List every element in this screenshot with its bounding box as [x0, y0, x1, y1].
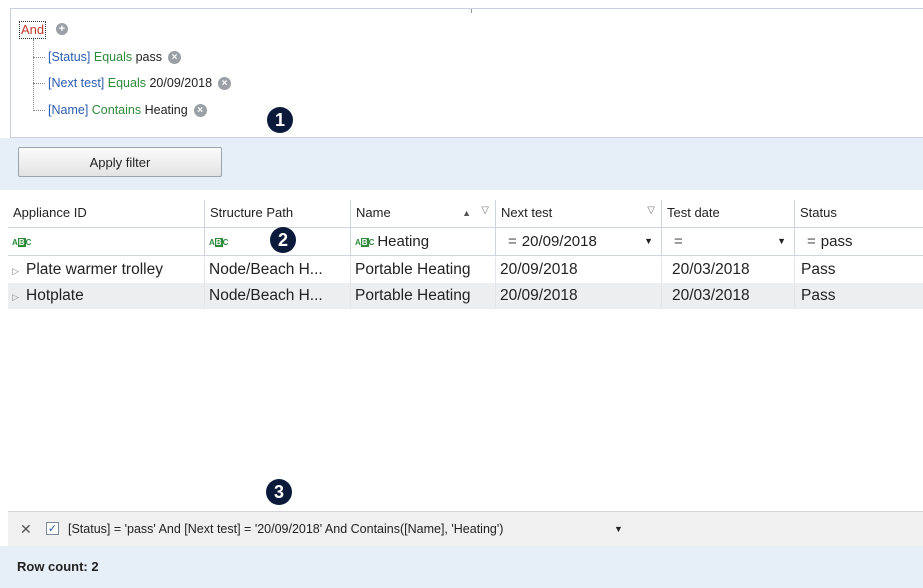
- grid-header-row: Appliance ID Structure Path Name ▲ ▽ Nex…: [8, 200, 923, 228]
- filter-funnel-icon[interactable]: ▽: [647, 200, 655, 224]
- apply-filter-button[interactable]: Apply filter: [18, 147, 222, 177]
- equals-operator-icon[interactable]: =: [508, 233, 517, 250]
- condition-operator[interactable]: Contains: [92, 103, 141, 117]
- condition-value[interactable]: Heating: [145, 103, 188, 117]
- condition-operator[interactable]: Equals: [94, 50, 132, 64]
- cell-appliance-id[interactable]: ▷ Plate warmer trolley: [8, 257, 205, 283]
- expand-row-icon[interactable]: ▷: [12, 258, 26, 283]
- chevron-down-icon[interactable]: ▼: [614, 512, 623, 546]
- cell-next-test[interactable]: 20/09/2018: [496, 283, 662, 309]
- cell-name[interactable]: Portable Heating: [351, 257, 496, 283]
- cell-next-test[interactable]: 20/09/2018: [496, 257, 662, 283]
- text-filter-icon: ABC: [355, 237, 375, 247]
- cell-structure-path[interactable]: Node/Beach H...: [205, 257, 351, 283]
- table-row[interactable]: ▷ Hotplate Node/Beach H... Portable Heati…: [8, 283, 923, 309]
- cell-structure-path[interactable]: Node/Beach H...: [205, 283, 351, 309]
- sort-ascending-icon[interactable]: ▲: [462, 200, 471, 226]
- column-header-structure-path[interactable]: Structure Path: [205, 200, 351, 227]
- grid-filter-row: ABC ABC ABC Heating = 20/09/2018 ▼ = ▼ = pass…: [8, 227, 923, 256]
- column-header-test-date[interactable]: Test date: [662, 200, 795, 227]
- equals-operator-icon[interactable]: =: [807, 233, 816, 250]
- cell-test-date[interactable]: 20/03/2018: [662, 283, 795, 309]
- text-filter-icon: ABC: [209, 237, 229, 247]
- remove-condition-icon[interactable]: ×: [168, 51, 181, 65]
- cell-test-date[interactable]: 20/03/2018: [662, 257, 795, 283]
- filter-cell-name[interactable]: ABC Heating: [351, 228, 496, 255]
- filter-cell-test-date[interactable]: = ▼: [662, 228, 795, 255]
- filter-cell-next-test[interactable]: = 20/09/2018 ▼: [496, 228, 662, 255]
- group-operator-and[interactable]: And: [19, 21, 47, 39]
- callout-badge-3: 3: [266, 479, 292, 505]
- table-row[interactable]: ▷ Plate warmer trolley Node/Beach H... Po…: [8, 257, 923, 283]
- callout-badge-1: 1: [267, 107, 293, 133]
- condition-field[interactable]: [Status]: [48, 50, 90, 64]
- chevron-down-icon[interactable]: ▼: [777, 228, 786, 255]
- column-header-label: Name: [356, 205, 391, 220]
- condition-field[interactable]: [Next test]: [48, 76, 104, 90]
- condition-value[interactable]: pass: [136, 50, 162, 64]
- filter-enabled-checkbox[interactable]: ✓: [46, 522, 59, 535]
- filter-cell-value: 20/09/2018: [521, 233, 597, 250]
- cell-name[interactable]: Portable Heating: [351, 283, 496, 309]
- filter-cell-value: Heating: [377, 233, 430, 250]
- cell-value: Plate warmer trolley: [26, 261, 163, 278]
- callout-badge-2: 2: [270, 227, 296, 253]
- remove-condition-icon[interactable]: ×: [218, 77, 232, 91]
- filter-condition-next-test[interactable]: [Next test] Equals 20/09/2018 ×: [33, 75, 232, 91]
- cell-value: Hotplate: [26, 287, 84, 304]
- filter-expression-bar: ✕ ✓ [Status] = 'pass' And [Next test] = …: [8, 511, 923, 546]
- cell-status[interactable]: Pass: [795, 257, 923, 283]
- filter-cell-status[interactable]: = pass: [795, 228, 923, 255]
- row-count-status: Row count: 2: [0, 546, 923, 588]
- remove-condition-icon[interactable]: ×: [193, 104, 207, 118]
- chevron-down-icon[interactable]: ▼: [644, 228, 653, 255]
- cell-status[interactable]: Pass: [795, 283, 923, 309]
- column-header-status[interactable]: Status: [795, 200, 923, 227]
- condition-value[interactable]: 20/09/2018: [149, 76, 212, 90]
- filter-cell-value: pass: [820, 233, 853, 250]
- column-header-label: Next test: [501, 205, 553, 220]
- filter-funnel-icon[interactable]: ▽: [481, 200, 489, 224]
- filter-condition-name[interactable]: [Name] Contains Heating ×: [33, 102, 207, 118]
- filter-cell-appliance-id[interactable]: ABC: [8, 228, 205, 255]
- equals-operator-icon[interactable]: =: [674, 233, 683, 250]
- text-filter-icon: ABC: [12, 237, 32, 247]
- column-header-name[interactable]: Name ▲ ▽: [351, 200, 496, 227]
- column-header-next-test[interactable]: Next test ▽: [496, 200, 662, 227]
- clear-filter-icon[interactable]: ✕: [20, 512, 32, 546]
- expand-row-icon[interactable]: ▷: [12, 284, 26, 309]
- divider: [471, 9, 472, 13]
- apply-filter-bar: Apply filter: [0, 138, 923, 190]
- filter-condition-status[interactable]: [Status] Equals pass ×: [33, 49, 181, 65]
- filter-builder-panel: And + [Status] Equals pass × [Next test] …: [10, 8, 923, 138]
- add-condition-icon[interactable]: +: [56, 23, 68, 35]
- filter-expression-text[interactable]: [Status] = 'pass' And [Next test] = '20/…: [68, 512, 503, 546]
- column-header-appliance-id[interactable]: Appliance ID: [8, 200, 205, 227]
- condition-field[interactable]: [Name]: [48, 103, 88, 117]
- cell-appliance-id[interactable]: ▷ Hotplate: [8, 283, 205, 309]
- condition-operator[interactable]: Equals: [108, 76, 146, 90]
